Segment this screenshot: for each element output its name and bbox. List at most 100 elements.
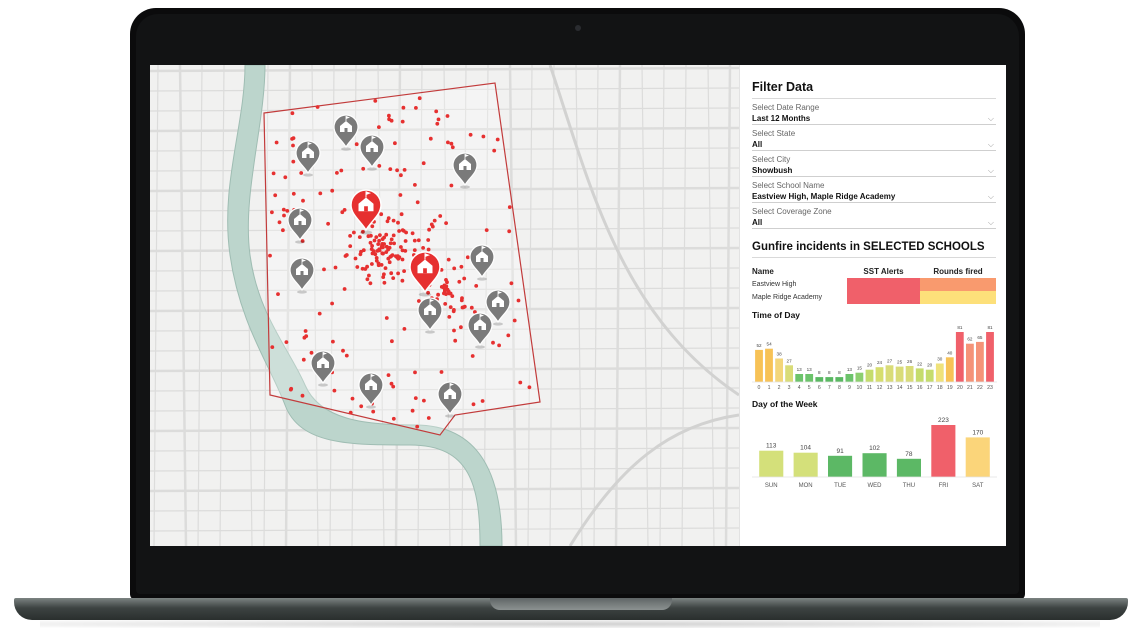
bar-value-label: 65: [977, 335, 983, 340]
incident-dot: [367, 273, 371, 278]
rounds-fired-fill: [920, 291, 996, 304]
coverage-zone-select[interactable]: All ⌵: [752, 217, 996, 229]
table-row[interactable]: Eastview High: [752, 278, 996, 291]
bar[interactable]: [765, 348, 773, 382]
bar[interactable]: [759, 450, 784, 477]
bar-value-label: 27: [887, 358, 893, 363]
bar[interactable]: [865, 369, 874, 382]
incident-dot: [462, 276, 467, 281]
incident-dot: [404, 230, 408, 235]
bar[interactable]: [885, 365, 894, 382]
sst-alerts-fill: [847, 278, 920, 291]
incident-dot: [353, 256, 358, 261]
incident-dot: [377, 164, 382, 168]
category-label: THU: [903, 483, 915, 489]
bar[interactable]: [966, 343, 974, 382]
incident-dot: [427, 227, 431, 232]
bar[interactable]: [835, 377, 844, 382]
incident-dot: [443, 302, 448, 306]
incident-dot: [412, 248, 417, 253]
bar[interactable]: [805, 374, 814, 382]
category-label: 6: [818, 385, 821, 391]
incident-dot: [387, 117, 391, 122]
date-range-select[interactable]: Last 12 Months ⌵: [752, 113, 996, 125]
incident-dot: [453, 338, 458, 343]
bar[interactable]: [931, 425, 956, 477]
incident-dot: [288, 387, 293, 392]
incident-dot: [447, 315, 452, 319]
incident-dot: [370, 262, 374, 266]
incident-dot: [417, 96, 422, 101]
bar[interactable]: [896, 458, 921, 477]
bar[interactable]: [862, 453, 887, 477]
incident-dot: [383, 266, 388, 270]
incident-dot: [380, 251, 385, 256]
bar[interactable]: [976, 341, 984, 382]
incident-dot: [450, 294, 455, 298]
category-label: 18: [937, 385, 943, 391]
incident-dot: [341, 348, 345, 353]
bar[interactable]: [755, 349, 763, 382]
time-of-day-title: Time of Day: [752, 310, 801, 320]
incident-dot: [468, 132, 473, 137]
incident-dot: [270, 345, 275, 349]
incident-dot: [492, 148, 497, 153]
school-name-select[interactable]: Eastview High, Maple Ridge Academy ⌵: [752, 191, 996, 203]
bar[interactable]: [925, 369, 934, 382]
incident-dot: [309, 350, 314, 355]
incident-dot: [400, 278, 405, 283]
bar[interactable]: [793, 452, 818, 477]
school-name: Eastview High: [752, 281, 797, 288]
bar[interactable]: [825, 377, 834, 382]
city-label: Select City: [752, 155, 791, 164]
incident-dot: [376, 263, 381, 268]
bar[interactable]: [795, 374, 804, 382]
bar-value-label: 91: [836, 448, 844, 455]
bar[interactable]: [875, 367, 884, 382]
incident-dot: [387, 260, 392, 265]
state-label: Select State: [752, 129, 796, 138]
bar-value-label: 13: [807, 367, 813, 372]
incident-dot: [480, 399, 485, 403]
incident-dot: [348, 244, 353, 249]
bar[interactable]: [775, 358, 783, 383]
bar[interactable]: [965, 437, 990, 477]
incident-dot: [290, 137, 294, 141]
incident-dot: [350, 396, 355, 401]
bar[interactable]: [845, 374, 854, 382]
bar[interactable]: [915, 368, 924, 382]
incident-dot: [333, 265, 338, 270]
city-select[interactable]: Showbush ⌵: [752, 165, 996, 177]
bar[interactable]: [828, 455, 853, 477]
bar[interactable]: [945, 357, 954, 382]
bar[interactable]: [955, 332, 964, 382]
category-label: 1: [768, 385, 771, 391]
incident-dot: [369, 233, 373, 238]
incident-dot: [377, 238, 381, 243]
category-label: 21: [967, 385, 973, 391]
bar[interactable]: [855, 372, 864, 382]
incident-dot: [389, 254, 394, 258]
map-view[interactable]: [150, 65, 739, 546]
state-select[interactable]: All ⌵: [752, 139, 996, 151]
bar[interactable]: [815, 377, 824, 382]
incident-dot: [285, 209, 290, 213]
bar[interactable]: [935, 363, 944, 383]
incident-dot: [421, 161, 426, 166]
column-name: Name: [752, 267, 774, 276]
incident-dot: [358, 252, 363, 257]
incident-dot: [428, 136, 433, 141]
incident-dot: [317, 311, 322, 316]
bar[interactable]: [986, 332, 994, 382]
bar[interactable]: [895, 366, 904, 382]
bar-value-label: 20: [927, 363, 933, 368]
bar-value-label: 52: [756, 343, 762, 348]
incident-dot: [399, 173, 403, 178]
bar[interactable]: [785, 365, 793, 382]
bar-value-label: 8: [828, 370, 831, 375]
table-row[interactable]: Maple Ridge Academy: [752, 291, 996, 304]
bar[interactable]: [905, 366, 914, 382]
date-range-value: Last 12 Months: [752, 114, 811, 123]
incident-dot: [268, 253, 272, 258]
incident-dot: [284, 340, 289, 344]
